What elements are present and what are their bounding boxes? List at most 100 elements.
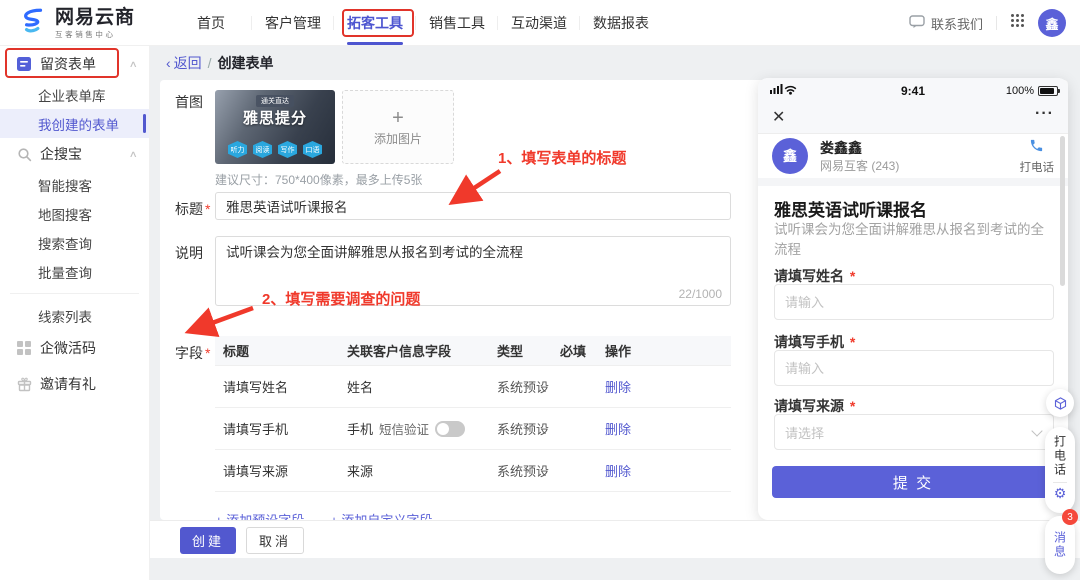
add-image-button[interactable]: + 添加图片 (342, 90, 454, 164)
plus-icon: + (392, 108, 404, 128)
main-nav: 首页 客户管理 拓客工具 销售工具 互动渠道 数据报表 (170, 0, 662, 46)
table-row: 请填写手机 手机 短信验证 系统预设 删除 (215, 408, 731, 450)
table-row: 请填写姓名 姓名 系统预设 删除 (215, 366, 731, 408)
back-button[interactable]: ‹ 返回 (166, 53, 202, 73)
annotation-step1: 1、填写表单的标题 (498, 147, 626, 168)
footer-action-bar: 创建 取消 (150, 520, 1080, 558)
sidebar-item-smart-search[interactable]: 智能搜客 (0, 170, 149, 199)
sidebar-item-search-query[interactable]: 搜索查询 (0, 228, 149, 257)
close-icon[interactable]: ✕ (772, 107, 785, 127)
preview-source-select[interactable]: 请选择 (774, 414, 1054, 450)
gear-icon[interactable]: ⚙ (1054, 486, 1067, 500)
sms-verify-toggle[interactable] (435, 421, 465, 437)
sms-verify-label: 短信验证 (379, 419, 429, 438)
create-button[interactable]: 创建 (180, 527, 236, 554)
battery-icon (1038, 86, 1058, 96)
chevron-up-icon: ∧ (129, 59, 138, 70)
more-options-icon[interactable]: ··· (1035, 105, 1054, 123)
chevron-down-icon (1031, 425, 1042, 436)
preview-scrollbar[interactable] (1060, 136, 1065, 286)
description-label: 说明 (175, 243, 203, 263)
logo-subtitle: 互客销售中心 (55, 29, 135, 40)
preview-form-description: 试听课会为您全面讲解雅思从报名到考试的全流程 (774, 220, 1054, 261)
sidebar-item-batch-query[interactable]: 批量查询 (0, 257, 149, 286)
submit-button[interactable]: 提 交 (772, 466, 1054, 498)
agent-profile-card: 鑫 娄鑫鑫 网易互客 (243) 打电话 (758, 134, 1068, 178)
add-custom-field-link[interactable]: + 添加自定义字段 (330, 510, 432, 520)
nav-item-sales-tools[interactable]: 销售工具 (416, 0, 498, 46)
sidebar-divider (10, 293, 139, 294)
chevron-up-icon: ∧ (129, 149, 138, 160)
add-field-links: + 添加预设字段 + 添加自定义字段 (215, 510, 432, 520)
preview-name-input[interactable] (774, 284, 1054, 320)
fields-table: 标题 关联客户信息字段 类型 必填 操作 请填写姓名 姓名 系统预设 删除 请填… (215, 336, 731, 492)
char-counter: 22/1000 (679, 287, 722, 301)
fields-label: 字段* (175, 343, 210, 363)
logo-title: 网易云商 (55, 8, 135, 28)
gift-icon (16, 376, 32, 392)
mini-program-button[interactable] (1046, 389, 1074, 417)
nav-item-reports[interactable]: 数据报表 (580, 0, 662, 46)
mobile-preview-panel: 9:41 100% ✕ ··· 鑫 娄鑫鑫 网易互客 (243) 打电话 雅思英… (758, 78, 1068, 520)
thumb-tag: 通关直达 (256, 95, 294, 107)
sidebar-item-wecom-qr[interactable]: 企微活码 (0, 330, 149, 366)
sidebar-item-leads-list[interactable]: 线索列表 (0, 301, 149, 330)
sidebar-group-qisoubao[interactable]: 企搜宝 ∧ (0, 138, 149, 170)
battery-percent: 100% (1006, 85, 1034, 97)
nav-item-customers[interactable]: 客户管理 (252, 0, 334, 46)
preview-field-label: 请填写来源 * (774, 396, 855, 416)
sidebar-item-invite-rewards[interactable]: 邀请有礼 (0, 366, 149, 402)
delete-row-button[interactable]: 删除 (605, 377, 731, 396)
app-logo: 网易云商 互客销售中心 (18, 6, 135, 41)
call-button[interactable]: 打电话 (1020, 138, 1055, 175)
preview-phone-input[interactable] (774, 350, 1054, 386)
agent-org: 网易互客 (243) (820, 157, 899, 174)
preview-field-label: 请填写手机 * (774, 332, 855, 352)
user-avatar[interactable]: 鑫 (1038, 9, 1066, 37)
table-row: 请填写来源 来源 系统预设 删除 (215, 450, 731, 492)
back-arrow-icon: ‹ (166, 55, 171, 71)
breadcrumb: ‹ 返回 / 创建表单 (166, 53, 274, 73)
form-icon (16, 56, 32, 72)
agent-name: 娄鑫鑫 (820, 138, 862, 158)
unread-badge: 3 (1062, 509, 1078, 525)
phone-icon (1029, 138, 1044, 153)
table-header-row: 标题 关联客户信息字段 类型 必填 操作 (215, 336, 731, 366)
delete-row-button[interactable]: 删除 (605, 461, 731, 480)
sidebar-group-lead-forms[interactable]: 留资表单 ∧ (0, 48, 149, 80)
form-title-input[interactable] (215, 192, 731, 220)
cover-image-thumbnail[interactable]: 通关直达 雅思提分 听力 阅读 写作 口语 (215, 90, 335, 164)
sidebar-item-enterprise-form-library[interactable]: 企业表单库 (0, 80, 149, 109)
nav-item-channels[interactable]: 互动渠道 (498, 0, 580, 46)
sidebar-item-map-search[interactable]: 地图搜客 (0, 199, 149, 228)
logo-icon (18, 6, 48, 41)
title-label: 标题* (175, 199, 210, 219)
section-divider (758, 178, 1068, 186)
phone-nav-bar: ✕ ··· (758, 104, 1068, 134)
add-preset-field-link[interactable]: + 添加预设字段 (215, 510, 304, 520)
top-header: 网易云商 互客销售中心 首页 客户管理 拓客工具 销售工具 互动渠道 数据报表 … (0, 0, 1080, 46)
apps-grid-icon[interactable] (1010, 13, 1025, 33)
preview-field-label: 请填写姓名 * (774, 266, 855, 286)
header-divider (996, 16, 997, 30)
qr-grid-icon (16, 340, 32, 356)
annotation-step2: 2、填写需要调查的问题 (262, 288, 420, 309)
nav-item-acquisition-tools[interactable]: 拓客工具 (334, 0, 416, 46)
left-sidebar: 留资表单 ∧ 企业表单库 我创建的表单 企搜宝 ∧ 智能搜客 地图搜客 搜索查询… (0, 46, 150, 580)
cancel-button[interactable]: 取消 (246, 527, 304, 554)
delete-row-button[interactable]: 删除 (605, 419, 731, 438)
call-widget[interactable]: 打电话 ⚙ (1045, 427, 1075, 513)
sidebar-item-my-created-forms[interactable]: 我创建的表单 (0, 109, 149, 138)
agent-avatar: 鑫 (772, 138, 808, 174)
nav-item-home[interactable]: 首页 (170, 0, 252, 46)
thumb-title: 雅思提分 (215, 107, 335, 128)
contact-us-button[interactable]: 联系我们 (909, 14, 983, 33)
cover-size-hint: 建议尺寸：750*400像素，最多上传5张 (215, 171, 422, 188)
preview-form-title: 雅思英语试听课报名 (774, 196, 927, 221)
chat-bubble-icon (909, 15, 925, 32)
page-title: 创建表单 (218, 53, 274, 73)
cover-image-label: 首图 (175, 92, 203, 112)
phone-status-bar: 9:41 100% (758, 78, 1068, 104)
search-box-icon (16, 146, 32, 162)
thumb-badges: 听力 阅读 写作 口语 (215, 141, 335, 158)
